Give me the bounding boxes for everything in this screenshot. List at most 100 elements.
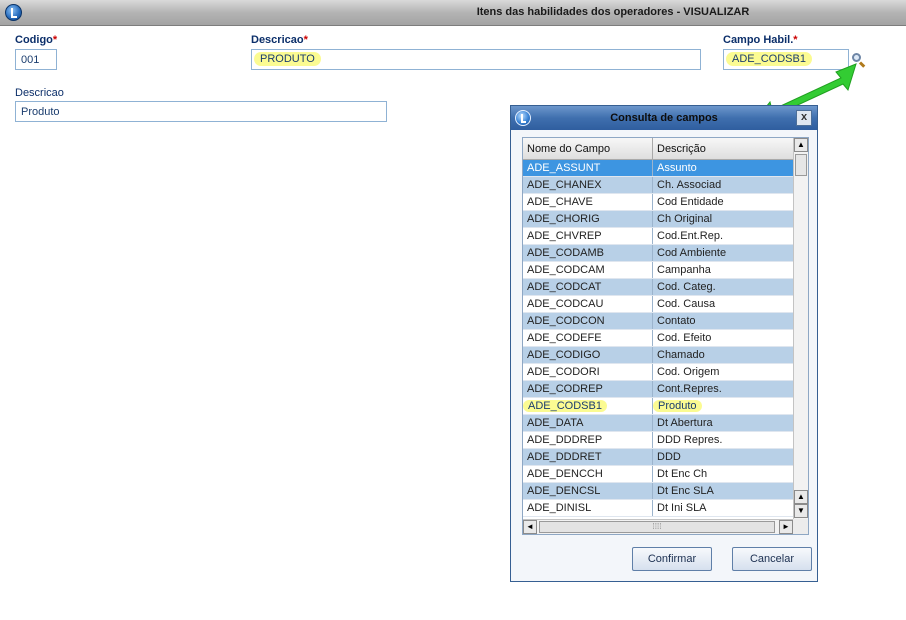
- cell-nome-campo: ADE_CODEFE: [523, 330, 653, 346]
- column-header-descricao[interactable]: Descrição: [653, 138, 793, 160]
- descricao-label: Descricao*: [251, 34, 308, 46]
- cell-nome-campo: ADE_CODCAT: [523, 279, 653, 295]
- codigo-field[interactable]: 001: [15, 49, 57, 70]
- table-row[interactable]: ADE_DENCCH Dt Enc Ch: [523, 466, 793, 483]
- cell-descricao: Assunto: [657, 162, 697, 174]
- descricao2-value: Produto: [21, 106, 60, 118]
- scroll-right-icon[interactable]: ►: [779, 520, 793, 534]
- cell-descricao: DDD Repres.: [657, 434, 723, 446]
- table-row[interactable]: ADE_CODIGO Chamado: [523, 347, 793, 364]
- grid-header: Nome do Campo Descrição: [523, 138, 793, 160]
- cell-descricao: Dt Enc Ch: [657, 468, 708, 480]
- cell-descricao: Dt Enc SLA: [657, 485, 714, 497]
- cell-nome-campo: ADE_DENCSL: [523, 483, 653, 499]
- table-row[interactable]: ADE_CODCAT Cod. Categ.: [523, 279, 793, 296]
- table-row[interactable]: ADE_ASSUNT Assunto: [523, 160, 793, 177]
- cell-nome-campo: ADE_DATA: [523, 415, 653, 431]
- horizontal-scrollbar[interactable]: ◄ ⁞⁞⁞⁞ ►: [523, 519, 793, 534]
- dialog-title-bar: Consulta de campos x: [511, 106, 817, 130]
- cell-descricao: Cod. Efeito: [657, 332, 712, 344]
- close-icon[interactable]: x: [796, 110, 812, 126]
- table-row[interactable]: ADE_CODREP Cont.Repres.: [523, 381, 793, 398]
- cell-descricao: Cod.Ent.Rep.: [657, 230, 724, 242]
- cell-nome-campo: ADE_CHVREP: [523, 228, 653, 244]
- cell-descricao: Dt Abertura: [657, 417, 713, 429]
- scroll-left-icon[interactable]: ◄: [523, 520, 537, 534]
- cell-descricao: Ch. Associad: [657, 179, 722, 191]
- highlighted-field-desc: Produto: [653, 400, 702, 412]
- table-row[interactable]: ADE_DINISL Dt Ini SLA: [523, 500, 793, 517]
- cell-nome-campo: ADE_CODCAU: [523, 296, 653, 312]
- table-row[interactable]: ADE_DDDRET DDD: [523, 449, 793, 466]
- campo-habil-label: Campo Habil.*: [723, 34, 798, 46]
- table-row[interactable]: ADE_CHAVE Cod Entidade: [523, 194, 793, 211]
- campo-habil-label-text: Campo Habil.: [723, 34, 794, 46]
- cell-descricao: Cod. Origem: [657, 366, 720, 378]
- descricao2-field[interactable]: Produto: [15, 101, 387, 122]
- cell-descricao: Cod. Categ.: [657, 281, 716, 293]
- cell-descricao: Contato: [657, 315, 696, 327]
- window-title-bar: Itens das habilidades dos operadores - V…: [0, 0, 906, 26]
- table-row[interactable]: ADE_CHANEX Ch. Associad: [523, 177, 793, 194]
- vertical-scrollbar[interactable]: ▲ ▲ ▼: [793, 138, 808, 519]
- table-row[interactable]: ADE_CODORI Cod. Origem: [523, 364, 793, 381]
- vertical-scroll-thumb[interactable]: [795, 154, 807, 176]
- table-row[interactable]: ADE_CODCON Contato: [523, 313, 793, 330]
- required-mark: *: [52, 34, 58, 46]
- required-mark: *: [793, 34, 798, 46]
- highlighted-field-name: ADE_CODSB1: [523, 400, 607, 412]
- cell-descricao: Ch Original: [657, 213, 713, 225]
- cell-nome-campo: ADE_DDDRET: [523, 449, 653, 465]
- window-title: Itens das habilidades dos operadores - V…: [476, 6, 750, 18]
- consulta-campos-dialog: Consulta de campos x Nome do Campo Descr…: [510, 105, 818, 582]
- scroll-up-icon[interactable]: ▲: [794, 490, 808, 504]
- table-row[interactable]: ADE_CODSB1 Produto: [523, 398, 793, 415]
- cancel-button[interactable]: Cancelar: [732, 547, 812, 571]
- codigo-label: Codigo*: [15, 34, 57, 46]
- codigo-value: 001: [21, 54, 40, 66]
- cell-nome-campo: ADE_CHAVE: [523, 194, 653, 210]
- cell-nome-campo: ADE_ASSUNT: [523, 160, 653, 176]
- cell-descricao: Dt Ini SLA: [657, 502, 707, 514]
- table-row[interactable]: ADE_CHORIG Ch Original: [523, 211, 793, 228]
- cell-descricao: Cod Entidade: [657, 196, 724, 208]
- cell-nome-campo: ADE_CODIGO: [523, 347, 653, 363]
- cell-descricao: Chamado: [657, 349, 705, 361]
- confirm-button[interactable]: Confirmar: [632, 547, 712, 571]
- cell-nome-campo: ADE_CHANEX: [523, 177, 653, 193]
- horizontal-scroll-thumb[interactable]: ⁞⁞⁞⁞: [539, 521, 775, 533]
- cell-descricao: Cont.Repres.: [657, 383, 722, 395]
- cell-descricao: DDD: [657, 451, 681, 463]
- table-row[interactable]: ADE_DDDREP DDD Repres.: [523, 432, 793, 449]
- cell-nome-campo: ADE_CODREP: [523, 381, 653, 397]
- table-row[interactable]: ADE_CODCAM Campanha: [523, 262, 793, 279]
- cell-nome-campo: ADE_DENCCH: [523, 466, 653, 482]
- cell-nome-campo: ADE_DDDREP: [523, 432, 653, 448]
- cell-descricao: Cod. Causa: [657, 298, 716, 310]
- cell-nome-campo: ADE_CHORIG: [523, 211, 653, 227]
- scroll-up-icon[interactable]: ▲: [794, 138, 808, 152]
- fields-grid: Nome do Campo Descrição ADE_ASSUNT Assunt…: [522, 137, 809, 535]
- descricao2-label: Descricao: [15, 87, 64, 99]
- grip-icon: ⁞⁞⁞⁞: [652, 522, 662, 531]
- dialog-title: Consulta de campos: [610, 112, 718, 124]
- cell-nome-campo: ADE_CODAMB: [523, 245, 653, 261]
- descricao-value: PRODUTO: [254, 52, 321, 66]
- column-header-nome[interactable]: Nome do Campo: [523, 138, 653, 160]
- cell-nome-campo: ADE_CODORI: [523, 364, 653, 380]
- cell-nome-campo: ADE_DINISL: [523, 500, 653, 516]
- table-row[interactable]: ADE_CODAMB Cod Ambiente: [523, 245, 793, 262]
- cell-nome-campo: ADE_CODSB1: [523, 398, 653, 414]
- table-row[interactable]: ADE_CODEFE Cod. Efeito: [523, 330, 793, 347]
- table-row[interactable]: ADE_CODCAU Cod. Causa: [523, 296, 793, 313]
- table-row[interactable]: ADE_DENCSL Dt Enc SLA: [523, 483, 793, 500]
- cell-descricao: Produto: [653, 398, 793, 414]
- table-row[interactable]: ADE_DATA Dt Abertura: [523, 415, 793, 432]
- descricao-field[interactable]: PRODUTO: [251, 49, 701, 70]
- grid-rows: ADE_ASSUNT Assunto ADE_CHANEX Ch. Associad A…: [523, 160, 793, 517]
- cell-nome-campo: ADE_CODCAM: [523, 262, 653, 278]
- scrollbar-corner: [793, 519, 808, 534]
- table-row[interactable]: ADE_CHVREP Cod.Ent.Rep.: [523, 228, 793, 245]
- cell-nome-campo: ADE_CODCON: [523, 313, 653, 329]
- scroll-down-icon[interactable]: ▼: [794, 504, 808, 518]
